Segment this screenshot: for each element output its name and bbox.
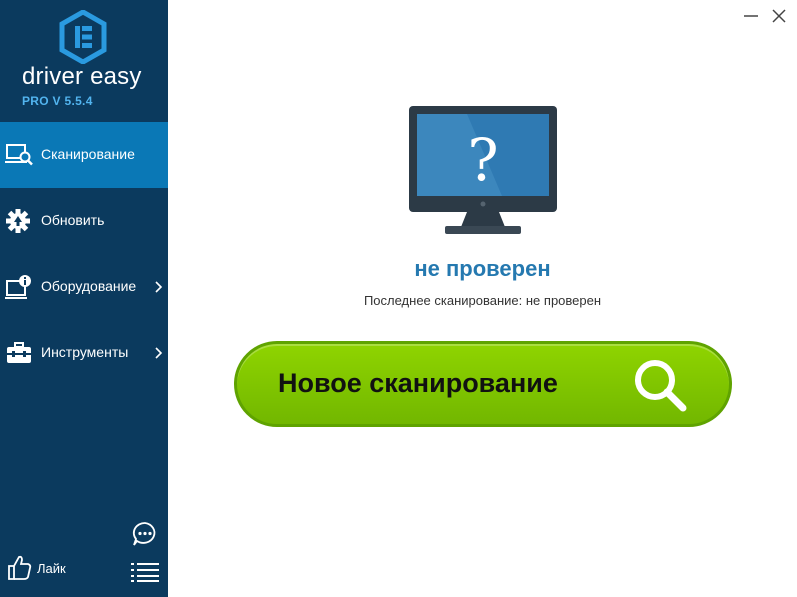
minimize-icon[interactable]: [741, 6, 761, 26]
app-logo: driver easy PRO V 5.5.4: [0, 0, 168, 122]
last-scan-text: Последнее сканирование: не проверен: [363, 293, 602, 308]
thumbs-up-icon: [8, 555, 32, 580]
sidebar-item-label: Инструменты: [41, 344, 129, 360]
chat-icon[interactable]: [131, 520, 159, 548]
chevron-right-icon: [155, 281, 163, 293]
monitor-question-icon: ?: [409, 106, 557, 234]
sidebar-item-update[interactable]: Обновить: [0, 188, 168, 254]
new-scan-button[interactable]: Новое сканирование: [234, 341, 732, 427]
sidebar-item-label: Оборудование: [41, 278, 137, 294]
magnifier-icon: [635, 360, 687, 412]
app-name: driver easy: [22, 63, 142, 90]
hardware-info-icon: [5, 275, 31, 299]
like-button[interactable]: Лайк: [6, 553, 106, 585]
like-label: Лайк: [37, 561, 66, 576]
chevron-right-icon: [155, 347, 163, 359]
sidebar-item-label: Обновить: [41, 212, 105, 228]
sidebar-item-scan[interactable]: Сканирование: [0, 122, 168, 188]
sidebar-nav: Сканирование Обновить Оборудование Инстр…: [0, 122, 168, 386]
scan-status-title: не проверен: [414, 256, 551, 281]
svg-text:?: ?: [467, 126, 498, 194]
toolbox-icon: [7, 342, 31, 363]
sidebar-item-tools[interactable]: Инструменты: [0, 320, 168, 386]
driver-easy-logo-icon: [59, 10, 107, 64]
sidebar: driver easy PRO V 5.5.4 Сканирование Обн…: [0, 0, 168, 597]
new-scan-label: Новое сканирование: [278, 368, 558, 398]
app-version: PRO V 5.5.4: [22, 94, 93, 108]
sidebar-item-label: Сканирование: [41, 146, 135, 162]
monitor-search-icon: [5, 144, 33, 166]
sidebar-item-hardware[interactable]: Оборудование: [0, 254, 168, 320]
menu-icon[interactable]: [131, 562, 159, 582]
gear-update-icon: [6, 209, 30, 233]
close-icon[interactable]: [769, 6, 789, 26]
